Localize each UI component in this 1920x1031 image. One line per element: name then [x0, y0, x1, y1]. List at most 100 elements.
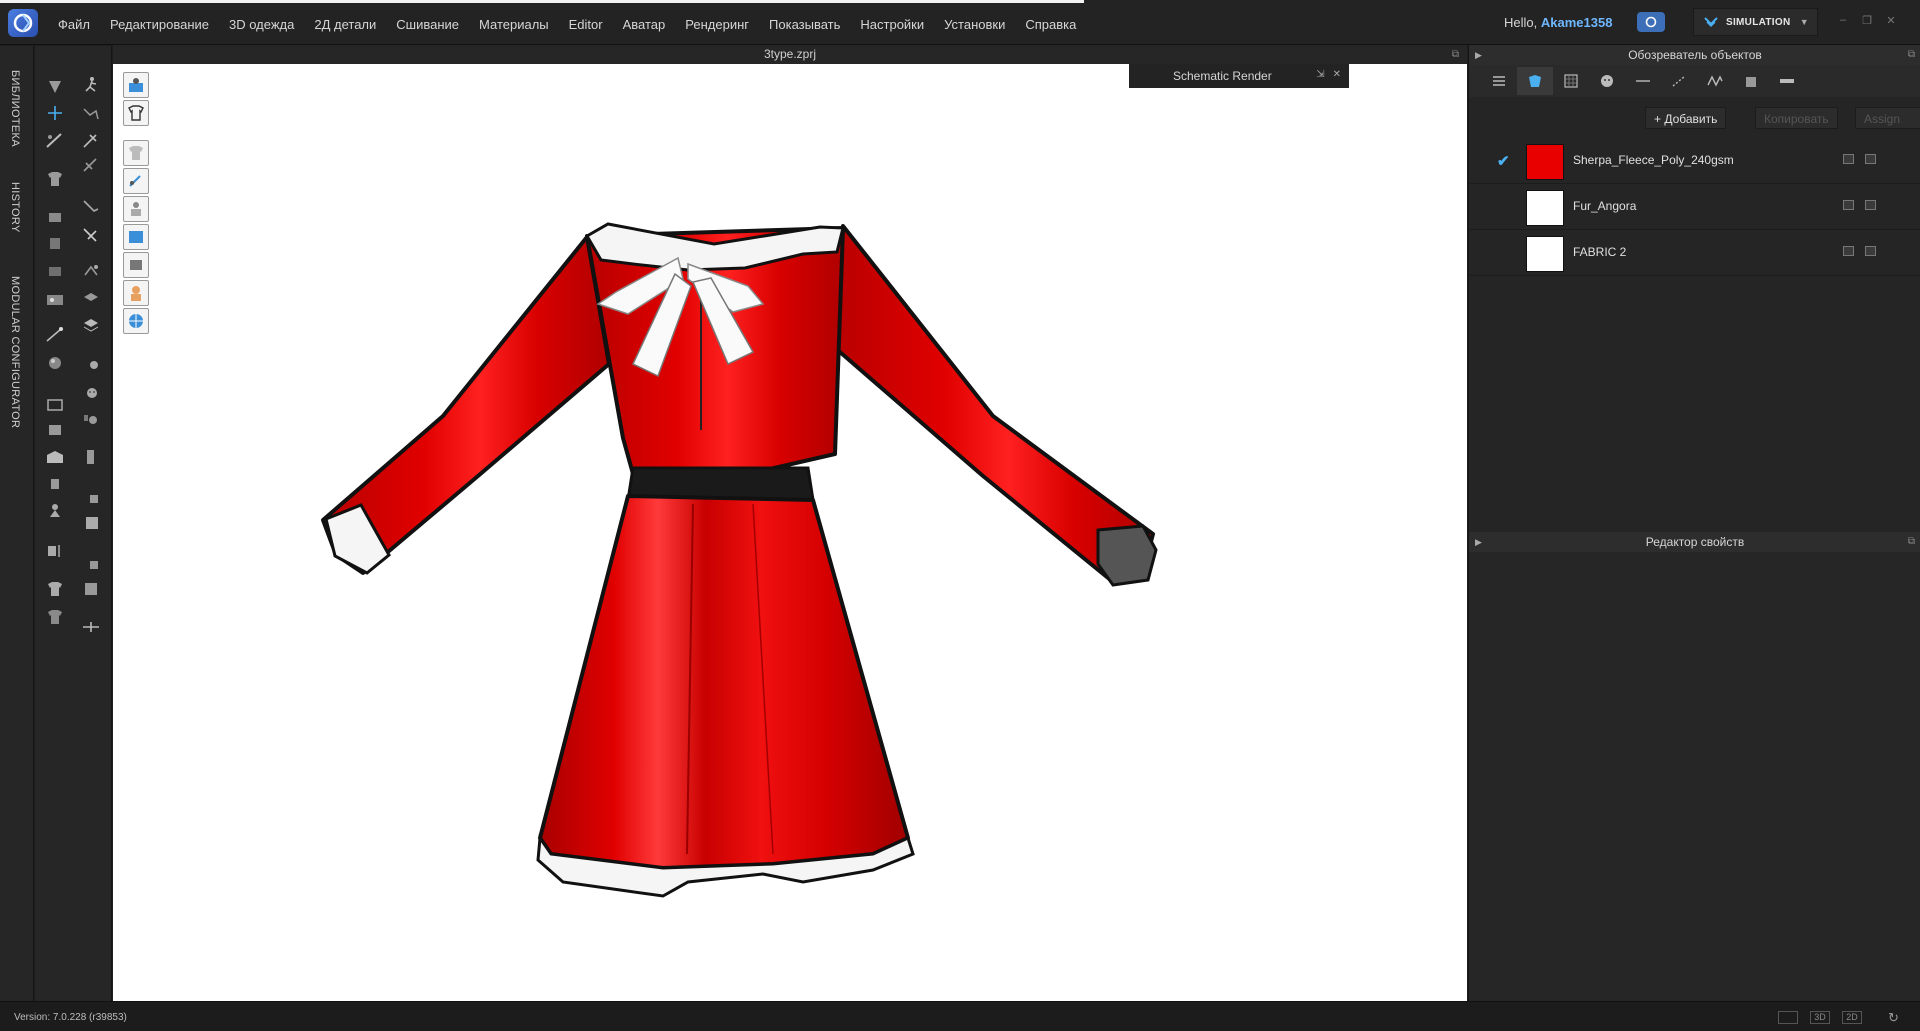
- assign-material-button[interactable]: Assign: [1855, 107, 1920, 129]
- tab-fabric-icon[interactable]: [1517, 67, 1553, 95]
- garment-display-icon[interactable]: [123, 100, 149, 126]
- select-mesh-tool-icon[interactable]: [77, 102, 105, 128]
- tab-modular-configurator[interactable]: MODULAR CONFIGURATOR: [9, 276, 21, 428]
- sync-tool-icon[interactable]: [41, 538, 69, 564]
- show-avatar-icon[interactable]: [123, 196, 149, 222]
- material-swatch[interactable]: [1526, 144, 1564, 180]
- tack-tool-icon[interactable]: [41, 258, 69, 284]
- show-pins-icon[interactable]: [123, 168, 149, 194]
- tab-graphic-icon[interactable]: [1553, 67, 1589, 95]
- tab-pipe-icon[interactable]: [1661, 67, 1697, 95]
- brush-alt-tool-icon[interactable]: [77, 152, 105, 178]
- menu-avatar[interactable]: Аватар: [613, 0, 676, 45]
- popout-icon[interactable]: ⧉: [1452, 45, 1459, 64]
- texture-tool-icon[interactable]: [41, 350, 69, 376]
- menu-3d-garment[interactable]: 3D одежда: [219, 0, 304, 45]
- tab-zipper-icon[interactable]: [1697, 67, 1733, 95]
- zipper-alt-tool-icon[interactable]: [77, 444, 105, 470]
- maximize-icon[interactable]: ❐: [1860, 14, 1874, 27]
- trim-tool-icon[interactable]: [41, 498, 69, 524]
- split-tool-icon[interactable]: [77, 614, 105, 640]
- lock-tool-icon[interactable]: [77, 406, 105, 432]
- tab-measure-icon[interactable]: [1769, 67, 1805, 95]
- close-icon[interactable]: ✕: [1884, 14, 1898, 27]
- material-swatch[interactable]: [1526, 190, 1564, 226]
- tab-library[interactable]: БИБЛИОТЕКА: [9, 70, 21, 147]
- sweater-tool-icon[interactable]: [77, 550, 105, 576]
- material-assign-icon[interactable]: [1843, 154, 1854, 164]
- material-delete-icon[interactable]: [1865, 154, 1876, 164]
- show-layers-icon[interactable]: [123, 252, 149, 278]
- pin-icon[interactable]: ⇲: [1316, 69, 1324, 80]
- shrink-tool-icon[interactable]: [77, 222, 105, 248]
- menu-file[interactable]: Файл: [48, 0, 100, 45]
- pin-tool-icon[interactable]: [41, 230, 69, 256]
- garment-fit-tool-icon[interactable]: [41, 166, 69, 192]
- tab-list-icon[interactable]: [1481, 67, 1517, 95]
- material-row[interactable]: Fur_Angora: [1469, 184, 1920, 230]
- shirt-tool-icon[interactable]: [41, 576, 69, 602]
- app-logo-icon[interactable]: [8, 9, 38, 37]
- menu-render[interactable]: Рендеринг: [675, 0, 759, 45]
- menu-sewing[interactable]: Сшивание: [386, 0, 469, 45]
- shirt-alt-tool-icon[interactable]: [41, 604, 69, 630]
- material-swatch[interactable]: [1526, 236, 1564, 272]
- button-hole-tool-icon[interactable]: [77, 352, 105, 378]
- show-garment-icon[interactable]: [123, 140, 149, 166]
- material-assign-icon[interactable]: [1843, 200, 1854, 210]
- menu-edit[interactable]: Редактирование: [100, 0, 219, 45]
- avatar-tool-icon[interactable]: [41, 444, 69, 470]
- menu-display[interactable]: Показывать: [759, 0, 850, 45]
- strengthen-tool-icon[interactable]: [77, 194, 105, 220]
- show-avatar-skin-icon[interactable]: [123, 280, 149, 306]
- popout-icon[interactable]: ⧉: [1908, 532, 1915, 552]
- transform-tool-icon[interactable]: [41, 100, 69, 126]
- tab-history[interactable]: HISTORY: [9, 182, 21, 233]
- collapse-arrow-icon[interactable]: ▶: [1475, 532, 1482, 552]
- button-face-tool-icon[interactable]: [77, 380, 105, 406]
- shading-tool-icon[interactable]: [77, 484, 105, 510]
- graphic-tool-icon[interactable]: [41, 390, 69, 416]
- material-row[interactable]: FABRIC 2: [1469, 230, 1920, 276]
- tab-button-icon[interactable]: [1589, 67, 1625, 95]
- simulation-tool-icon[interactable]: [77, 72, 105, 98]
- close-icon[interactable]: ✕: [1333, 69, 1341, 80]
- shading-alt-tool-icon[interactable]: [77, 510, 105, 536]
- tab-topstitch-icon[interactable]: [1625, 67, 1661, 95]
- copy-material-button[interactable]: Копировать: [1755, 107, 1838, 129]
- material-delete-icon[interactable]: [1865, 200, 1876, 210]
- material-assign-icon[interactable]: [1843, 246, 1854, 256]
- minimize-icon[interactable]: –: [1836, 14, 1850, 27]
- menu-editor[interactable]: Editor: [559, 0, 613, 45]
- popout-icon[interactable]: ⧉: [1908, 45, 1915, 65]
- pattern-fill-tool-icon[interactable]: [77, 286, 105, 312]
- pattern-fill-alt-tool-icon[interactable]: [77, 312, 105, 338]
- add-material-button[interactable]: + Добавить: [1645, 107, 1727, 129]
- block-tool-icon[interactable]: [77, 576, 105, 602]
- 3d-viewport[interactable]: [113, 64, 1467, 1001]
- menu-settings[interactable]: Настройки: [850, 0, 934, 45]
- view-2d-button[interactable]: 2D: [1842, 1011, 1862, 1024]
- view-3d-button[interactable]: 3D: [1810, 1011, 1830, 1024]
- menu-help[interactable]: Справка: [1015, 0, 1086, 45]
- tab-trim-icon[interactable]: [1733, 67, 1769, 95]
- edit-pattern-tool-icon[interactable]: [41, 128, 69, 154]
- avatar-display-icon[interactable]: [123, 72, 149, 98]
- puckering-tool-icon[interactable]: [77, 258, 105, 284]
- show-fabric-icon[interactable]: [123, 224, 149, 250]
- measure-tool-icon[interactable]: [41, 322, 69, 348]
- fold-tool-icon[interactable]: [41, 204, 69, 230]
- view-split-button[interactable]: [1778, 1011, 1798, 1024]
- menu-preferences[interactable]: Установки: [934, 0, 1015, 45]
- material-delete-icon[interactable]: [1865, 246, 1876, 256]
- material-row[interactable]: ✔ Sherpa_Fleece_Poly_240gsm: [1469, 138, 1920, 184]
- collapse-arrow-icon[interactable]: ▶: [1475, 45, 1482, 65]
- brush-tool-icon[interactable]: [77, 128, 105, 154]
- zipper-tool-icon[interactable]: [41, 472, 69, 498]
- garment-3d-model[interactable]: [113, 64, 1467, 1001]
- username-link[interactable]: Akame1358: [1541, 15, 1613, 30]
- select-move-tool-icon[interactable]: [41, 74, 69, 100]
- refresh-icon[interactable]: ↻: [1888, 1010, 1899, 1026]
- menu-2d-pattern[interactable]: 2Д детали: [304, 0, 386, 45]
- mode-selector[interactable]: SIMULATION ▼: [1693, 8, 1818, 36]
